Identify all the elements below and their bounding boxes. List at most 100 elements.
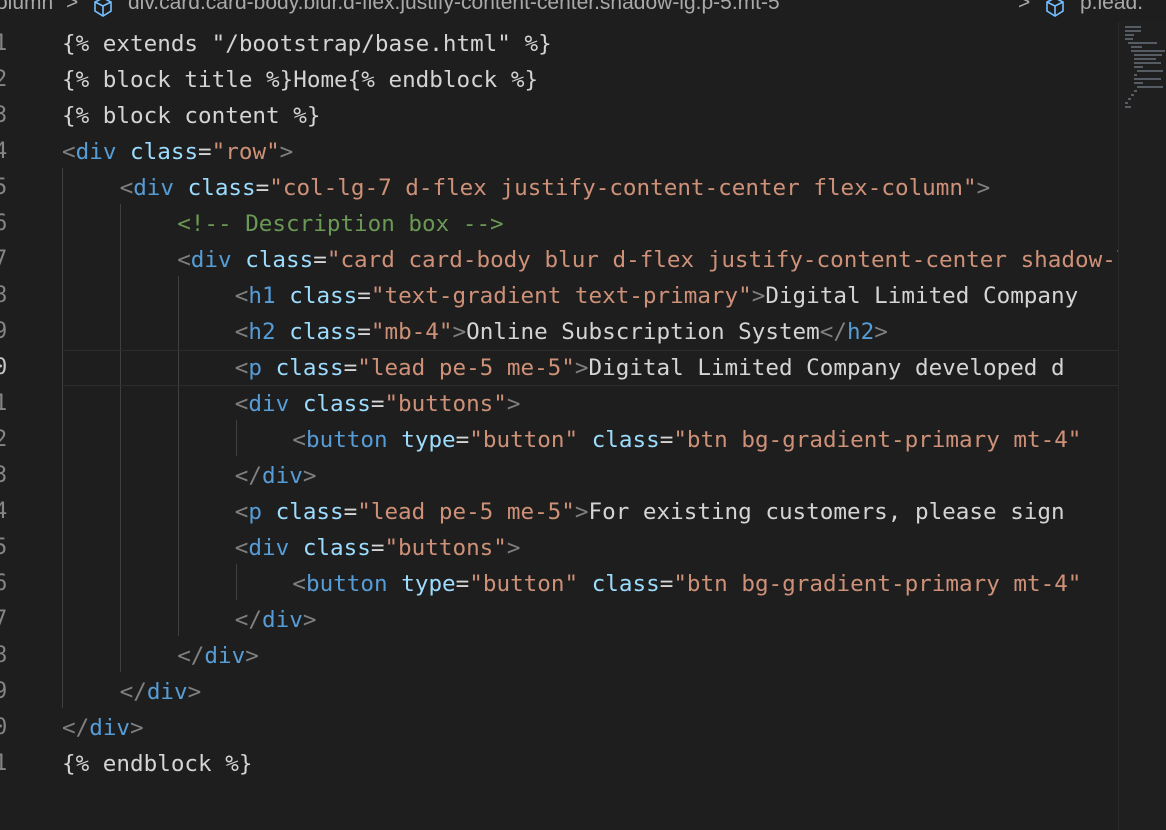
code-token: class: [289, 283, 358, 309]
code-line[interactable]: 5 <div class="buttons">: [0, 530, 1118, 566]
line-number: 4: [0, 499, 8, 524]
code-line[interactable]: 5 <div class="col-lg-7 d-flex justify-con…: [0, 170, 1118, 206]
code-line[interactable]: 1 <div class="buttons">: [0, 386, 1118, 422]
code-editor[interactable]: 1 {% extends "/bootstrap/base.html" %} 2 {%…: [0, 22, 1118, 830]
code-token: <: [234, 355, 249, 381]
code-token: >: [874, 319, 888, 345]
code-token: div: [262, 463, 303, 489]
code-token: =: [659, 427, 674, 453]
code-text: <div class="row">: [62, 134, 293, 170]
breadcrumb-separator: >: [66, 0, 79, 14]
code-token: "buttons": [384, 391, 507, 417]
code-token: class: [591, 571, 660, 597]
code-line[interactable]: 7 <div class="card card-body blur d-flex …: [0, 242, 1118, 278]
minimap[interactable]: [1118, 22, 1166, 830]
code-token: =: [370, 535, 385, 561]
code-token: <: [234, 535, 249, 561]
code-text: </div>: [62, 710, 144, 746]
minimap-line: [1125, 102, 1128, 104]
code-token: div: [248, 391, 290, 417]
code-token: "buttons": [384, 535, 507, 561]
code-token: {% block title %}Home{% endblock %}: [62, 67, 539, 93]
code-token: "mb-4": [370, 319, 453, 345]
code-token: Digital Limited Company developed d: [588, 355, 1065, 381]
code-text: </div>: [177, 638, 259, 674]
breadcrumb-item[interactable]: p.lead.: [1080, 0, 1143, 13]
breadcrumb-item[interactable]: olumn: [0, 0, 53, 13]
code-token: h2: [248, 319, 276, 345]
code-text: <p class="lead pe-5 me-5">Digital Limite…: [235, 350, 1065, 386]
code-line[interactable]: 1 {% extends "/bootstrap/base.html" %}: [0, 26, 1118, 62]
code-line[interactable]: 3 {% block content %}: [0, 98, 1118, 134]
code-text: {% block content %}: [62, 98, 320, 134]
code-token: =: [313, 247, 327, 273]
code-token: >: [976, 175, 991, 201]
code-line[interactable]: 8 </div>: [0, 638, 1118, 674]
code-text: </div>: [235, 602, 317, 638]
code-token: </: [62, 715, 90, 741]
code-token: class: [187, 175, 256, 201]
code-token: class: [302, 535, 371, 561]
code-line[interactable]: 0 </div>: [0, 710, 1118, 746]
code-token: =: [198, 139, 212, 165]
code-line[interactable]: 4 <div class="row">: [0, 134, 1118, 170]
code-text: {% extends "/bootstrap/base.html" %}: [62, 26, 552, 62]
minimap-line: [1128, 98, 1131, 100]
code-token: Digital Limited Company: [765, 283, 1079, 309]
code-token: </: [119, 679, 147, 705]
minimap-line: [1134, 82, 1144, 84]
code-token: <: [234, 283, 249, 309]
line-number: 8: [0, 283, 8, 308]
code-token: For existing customers, please sign: [588, 499, 1065, 525]
code-token: >: [187, 679, 202, 705]
code-token: div: [204, 643, 246, 669]
line-number: 2: [0, 427, 8, 452]
code-line[interactable]: 7 </div>: [0, 602, 1118, 638]
code-token: >: [574, 499, 589, 525]
code-line[interactable]: 9 <h2 class="mb-4">Online Subscription Sy…: [0, 314, 1118, 350]
line-number: 2: [0, 67, 8, 92]
code-token: h2: [846, 319, 875, 345]
code-token: =: [659, 571, 674, 597]
code-line[interactable]: 4 <p class="lead pe-5 me-5">For existing …: [0, 494, 1118, 530]
code-line[interactable]: 0 <p class="lead pe-5 me-5">Digital Limit…: [0, 350, 1118, 386]
code-token: >: [245, 643, 259, 669]
code-token: Online Subscription System: [466, 319, 820, 345]
code-token: >: [452, 319, 467, 345]
code-token: </: [819, 319, 847, 345]
code-token: >: [302, 607, 317, 633]
code-line[interactable]: 6 <button type="button" class="btn bg-gra…: [0, 566, 1118, 602]
code-line[interactable]: 9 </div>: [0, 674, 1118, 710]
minimap-line: [1125, 38, 1133, 40]
code-token: "button": [469, 571, 579, 597]
code-token: >: [574, 355, 589, 381]
code-line[interactable]: 2 {% block title %}Home{% endblock %}: [0, 62, 1118, 98]
code-line[interactable]: 3 </div>: [0, 458, 1118, 494]
code-token: class: [591, 427, 660, 453]
code-line[interactable]: 8 <h1 class="text-gradient text-primary">…: [0, 278, 1118, 314]
line-number: 1: [0, 391, 8, 416]
line-number: 3: [0, 463, 8, 488]
code-line[interactable]: 6 <!-- Description box -->: [0, 206, 1118, 242]
code-token: </: [234, 607, 263, 633]
code-token: button: [306, 427, 388, 453]
code-text: <p class="lead pe-5 me-5">For existing c…: [235, 494, 1065, 530]
code-line[interactable]: 2 <button type="button" class="btn bg-gra…: [0, 422, 1118, 458]
code-token: =: [343, 355, 358, 381]
breadcrumb-item[interactable]: div.card.card-body.blur.d-flex.justify-c…: [128, 0, 780, 13]
code-token: div: [248, 535, 290, 561]
code-token: >: [130, 715, 144, 741]
breadcrumb: olumn > div.card.card-body.blur.d-flex.j…: [0, 0, 1166, 22]
code-token: >: [506, 535, 521, 561]
minimap-line: [1134, 74, 1137, 76]
code-token: <: [234, 319, 249, 345]
minimap-line: [1134, 78, 1162, 80]
code-line[interactable]: 1 {% endblock %}: [0, 746, 1118, 782]
